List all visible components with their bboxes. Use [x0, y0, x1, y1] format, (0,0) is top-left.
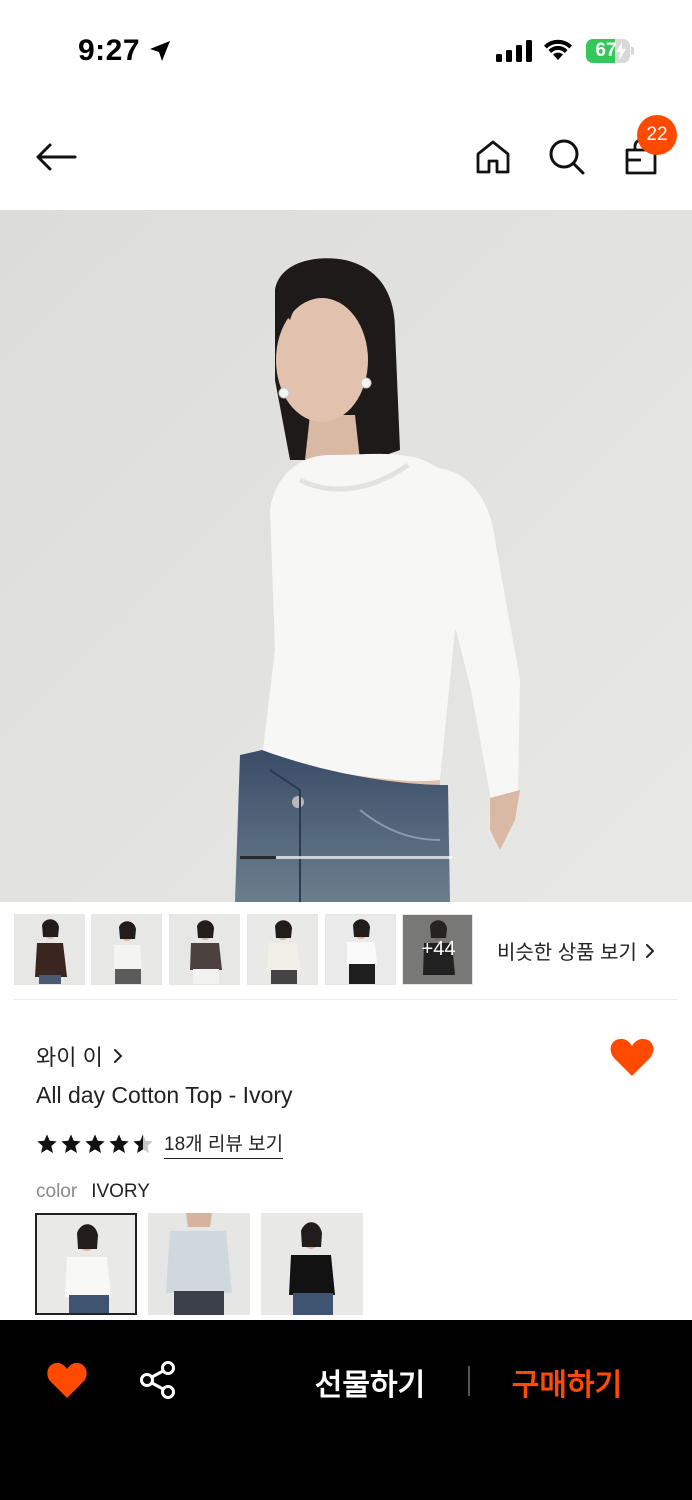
search-button[interactable]	[545, 135, 589, 179]
bottom-action-bar: 선물하기 구매하기	[0, 1320, 692, 1500]
thumbnail-3[interactable]	[169, 914, 240, 985]
back-arrow-icon	[36, 143, 77, 171]
top-nav	[0, 100, 692, 210]
home-button[interactable]	[471, 135, 515, 179]
button-separator	[468, 1366, 470, 1396]
rating-row: 18개 리뷰 보기	[36, 1129, 284, 1159]
chevron-right-icon	[113, 1049, 122, 1063]
star-icon	[109, 1134, 129, 1153]
buy-button[interactable]: 구매하기	[500, 1360, 634, 1404]
thumbnail-more[interactable]: +44	[402, 914, 473, 985]
wishlist-heart-icon[interactable]	[46, 1360, 88, 1400]
cellular-signal-icon	[496, 40, 532, 62]
color-swatch-ivory[interactable]	[35, 1213, 137, 1315]
product-title: All day Cotton Top - Ivory	[36, 1082, 293, 1108]
wifi-icon	[544, 39, 572, 60]
location-arrow-icon	[150, 41, 170, 61]
cart-count-badge: 22	[637, 115, 677, 155]
thumbnail-4[interactable]	[247, 914, 318, 985]
wishlist-heart-icon[interactable]	[609, 1036, 655, 1078]
half-star-icon	[133, 1134, 153, 1153]
charging-bolt-icon	[616, 42, 626, 60]
chevron-right-icon	[645, 943, 654, 958]
thumbnail-5[interactable]	[325, 914, 396, 985]
more-images-count: +44	[421, 938, 456, 960]
home-icon	[476, 140, 510, 174]
product-main-image[interactable]	[0, 210, 692, 902]
star-icon	[85, 1134, 105, 1153]
reviews-link[interactable]: 18개 리뷰 보기	[164, 1129, 284, 1159]
color-swatch-black[interactable]	[261, 1213, 363, 1315]
gift-button[interactable]: 선물하기	[300, 1360, 440, 1404]
back-button[interactable]	[34, 135, 78, 179]
brand-link[interactable]: 와이 이	[36, 1040, 123, 1072]
star-rating	[36, 1133, 154, 1155]
status-bar: 9:27 67	[0, 0, 692, 100]
color-swatch-light-blue[interactable]	[148, 1213, 250, 1315]
color-value: IVORY	[91, 1181, 150, 1202]
similar-products-link[interactable]: 비슷한 상품 보기	[497, 936, 655, 965]
thumbnail-1[interactable]	[14, 914, 85, 985]
color-label: color	[36, 1181, 78, 1202]
search-icon	[549, 139, 585, 175]
image-progress-indicator	[240, 856, 276, 859]
star-icon	[37, 1134, 57, 1153]
brand-name: 와이 이	[36, 1045, 103, 1070]
color-row: color IVORY	[36, 1181, 150, 1203]
model-photo	[0, 210, 692, 902]
battery-indicator: 67	[586, 39, 634, 63]
similar-products-label: 비슷한 상품 보기	[497, 942, 637, 964]
status-time: 9:27	[78, 34, 141, 67]
thumbnail-2[interactable]	[91, 914, 162, 985]
section-divider	[14, 999, 678, 1000]
share-icon[interactable]	[138, 1360, 178, 1400]
star-icon	[61, 1134, 81, 1153]
